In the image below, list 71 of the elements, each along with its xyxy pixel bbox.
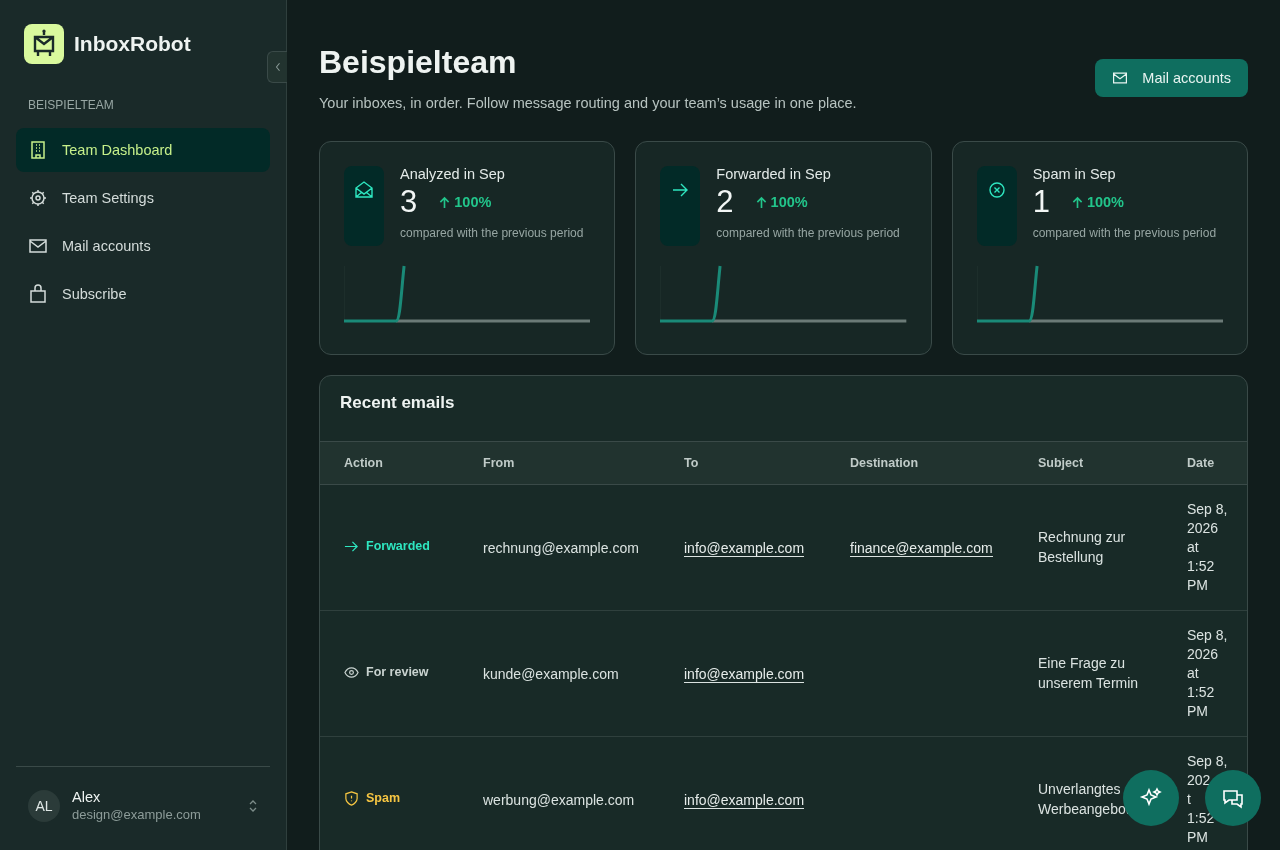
page-subtitle: Your inboxes, in order. Follow message routing and your team’s usage in one place. xyxy=(319,95,857,111)
date-text: Sep 8, xyxy=(1187,500,1228,519)
stat-value: 1 xyxy=(1032,184,1050,220)
email-link[interactable]: finance@example.com xyxy=(850,539,993,557)
table-cell: kunde@example.com xyxy=(475,610,676,737)
column-header: Date xyxy=(1179,441,1247,485)
stat-value: 3 xyxy=(400,184,418,220)
stat-title: Forwarded in Sep xyxy=(716,166,832,182)
mail-accounts-button[interactable]: Mail accounts xyxy=(1095,59,1248,97)
stat-title: Spam in Sep xyxy=(1032,166,1117,182)
app-name: InboxRobot xyxy=(74,32,191,56)
action-status: Spam xyxy=(366,791,401,805)
date-text: PM xyxy=(1187,828,1208,847)
email-link[interactable]: info@example.com xyxy=(684,791,805,809)
eye-icon xyxy=(344,664,359,680)
table-cell: Eine Frage zu unserem Termin xyxy=(1030,610,1179,737)
date-text: at xyxy=(1187,538,1199,557)
sidebar-item[interactable]: Team Settings xyxy=(16,176,270,220)
column-header: Action xyxy=(320,441,475,485)
stat-note: compared with the previous period xyxy=(716,226,900,240)
shopping-bag-icon xyxy=(28,284,48,304)
sidebar-item[interactable]: Subscribe xyxy=(16,272,270,316)
column-header: From xyxy=(475,441,676,485)
envelope-icon xyxy=(28,236,48,256)
chevron-left-icon xyxy=(274,62,281,72)
email-link[interactable]: info@example.com xyxy=(684,665,805,683)
stat-change: 100% xyxy=(1086,194,1124,210)
column-header: Destination xyxy=(842,441,1030,485)
envelope-icon xyxy=(1112,70,1129,86)
column-header: To xyxy=(676,441,842,485)
date-text: 2026 xyxy=(1187,519,1219,538)
date-text: PM xyxy=(1187,702,1208,721)
date-text: t xyxy=(1187,790,1191,809)
table-cell: werbung@example.com xyxy=(475,736,676,850)
action-status: For review xyxy=(366,665,429,679)
envelope-open-icon xyxy=(354,180,374,200)
action-status: Forwarded xyxy=(366,539,430,553)
date-text: PM xyxy=(1187,576,1208,595)
user-email: design@example.com xyxy=(72,807,202,822)
email-link[interactable]: info@example.com xyxy=(684,539,805,557)
stat-change: 100% xyxy=(770,194,808,210)
table-cell: Rechnung zur Bestellung xyxy=(1030,484,1179,611)
building-icon xyxy=(28,140,48,160)
date-text: Sep 8, xyxy=(1187,752,1228,771)
stat-note: compared with the previous period xyxy=(1032,226,1217,240)
gear-icon xyxy=(28,188,48,208)
stat-note: compared with the previous period xyxy=(400,226,584,240)
page-title: Beispielteam xyxy=(319,44,518,81)
stat-change: 100% xyxy=(454,194,492,210)
arrow-up-icon xyxy=(755,195,767,209)
date-text: 1:52 xyxy=(1187,683,1215,702)
arrow-up-icon xyxy=(439,195,451,209)
date-text: Sep 8, xyxy=(1187,626,1228,645)
shield-icon xyxy=(344,790,359,806)
date-text: 2026 xyxy=(1187,645,1219,664)
date-text: 202 xyxy=(1187,771,1211,790)
x-circle-icon xyxy=(986,180,1007,200)
sidebar-item[interactable]: Team Dashboard xyxy=(16,128,270,172)
stat-value: 2 xyxy=(716,184,734,220)
section-label: BEISPIELTEAM xyxy=(28,98,115,112)
panel-title: Recent emails xyxy=(339,392,456,414)
column-header: Subject xyxy=(1030,441,1179,485)
arrow-up-icon xyxy=(1071,195,1083,209)
date-text: 1:52 xyxy=(1187,557,1215,576)
date-text: at xyxy=(1187,664,1199,683)
robot-mail-logo-icon xyxy=(24,24,64,64)
user-name: Alex xyxy=(72,789,102,805)
sidebar-item[interactable]: Mail accounts xyxy=(16,224,270,268)
table-cell: rechnung@example.com xyxy=(475,484,676,611)
user-avatar: AL xyxy=(28,789,60,822)
stat-title: Analyzed in Sep xyxy=(400,166,506,182)
